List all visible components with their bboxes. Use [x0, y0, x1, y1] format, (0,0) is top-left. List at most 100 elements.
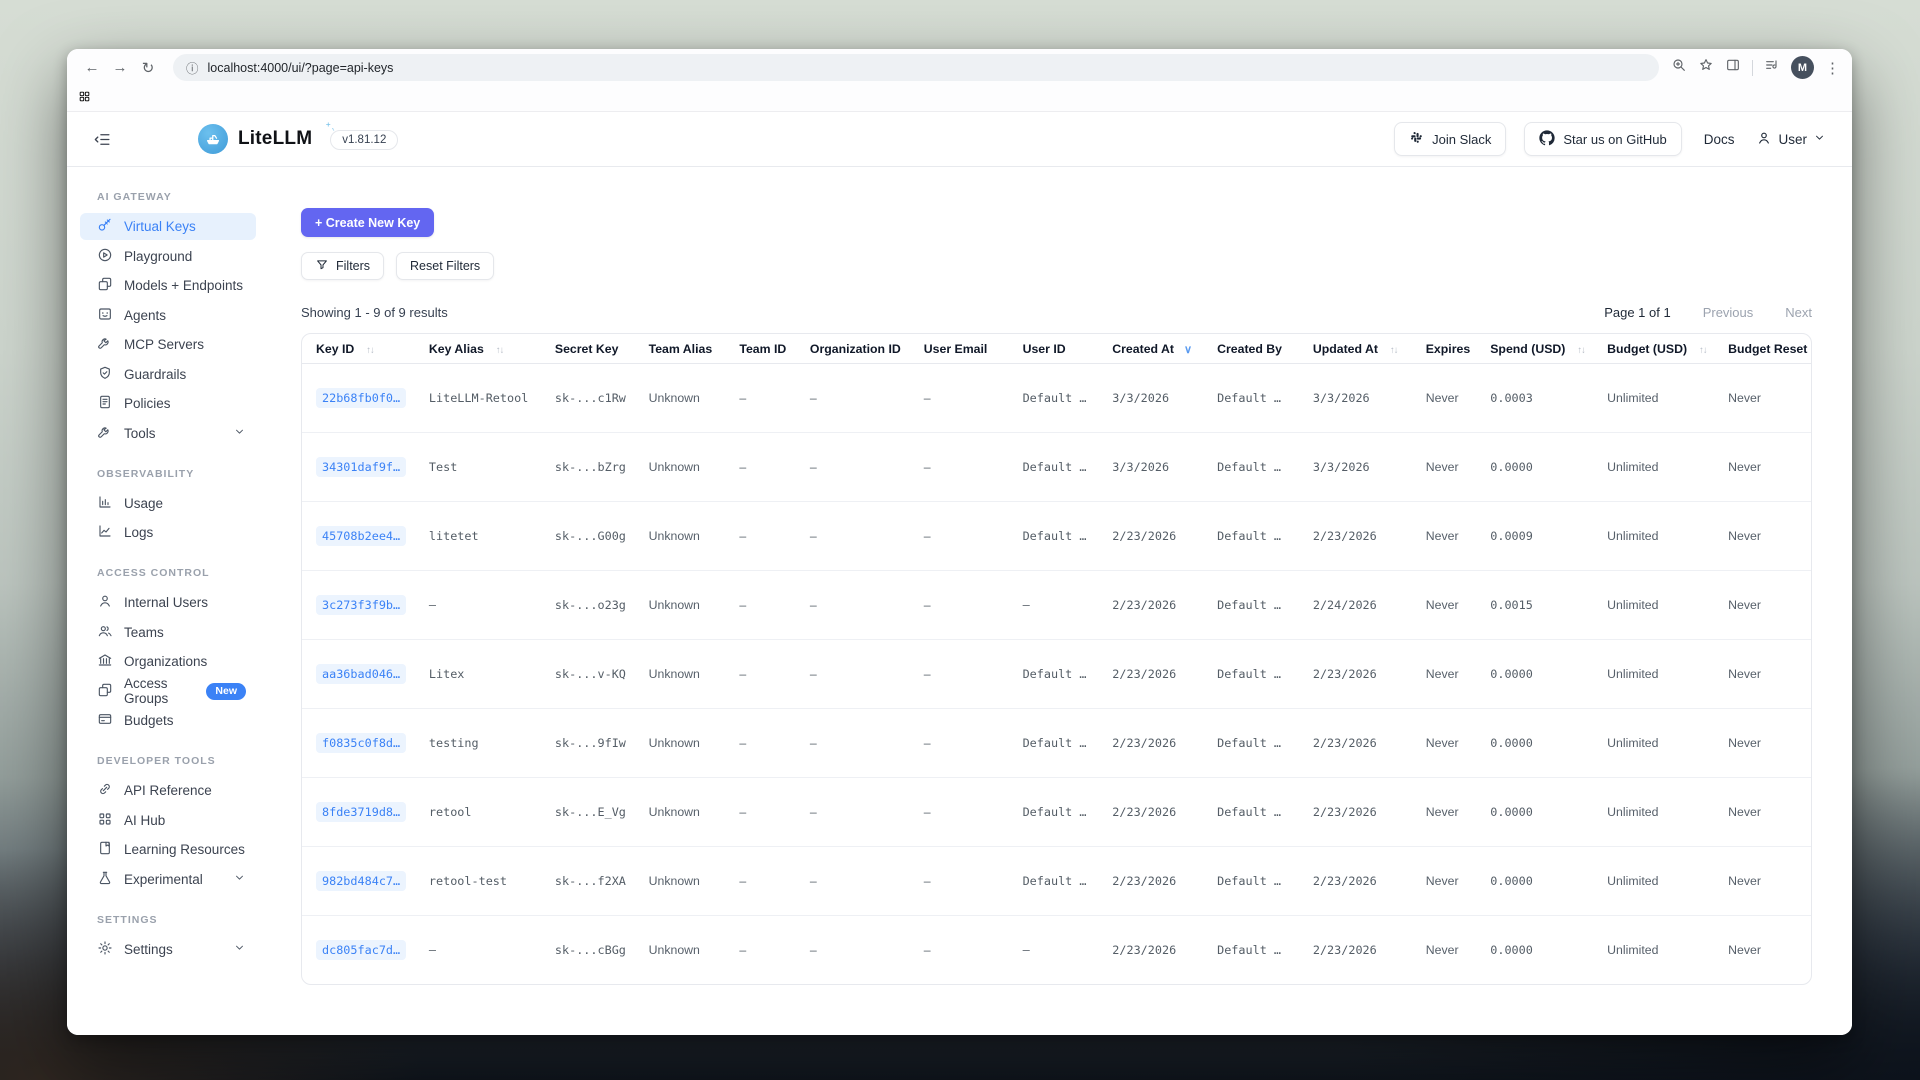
sort-icon[interactable]: ↑↓ — [1390, 345, 1398, 356]
bookmark-star-icon[interactable] — [1698, 57, 1714, 78]
zoom-icon[interactable] — [1671, 57, 1687, 78]
back-button[interactable]: ← — [79, 55, 105, 81]
sidebar-item-ai-hub[interactable]: AI Hub — [80, 807, 256, 834]
app-header: LiteLLM v1.81.12 Join Slack Star us on G… — [67, 112, 1852, 167]
sidebar-item-budgets[interactable]: Budgets — [80, 707, 256, 734]
key-id-link[interactable]: 982bd484c7… — [316, 871, 406, 891]
apps-grid-icon[interactable] — [78, 90, 91, 108]
sort-icon[interactable]: ↑↓ — [366, 345, 374, 356]
sort-icon[interactable]: ↑↓ — [496, 345, 504, 356]
sidebar-item-label: Tools — [124, 426, 156, 441]
sidebar-item-label: Budgets — [124, 713, 174, 728]
desktop-background: ← → ↻ ⓘ localhost:4000/ui/?page=api-keys… — [0, 0, 1920, 1080]
sidebar-item-playground[interactable]: Playground — [80, 243, 256, 270]
sidebar-item-virtual-keys[interactable]: Virtual Keys — [80, 213, 256, 240]
user-menu[interactable]: User — [1756, 130, 1826, 149]
cell-value: Default … — [1023, 805, 1087, 819]
cell-value: 0.0000 — [1490, 460, 1533, 474]
sidebar-item-mcp-servers[interactable]: MCP Servers — [80, 331, 256, 358]
extension-icon[interactable] — [1764, 57, 1780, 78]
sidebar-item-label: Organizations — [124, 654, 207, 669]
cell-value: 2/23/2026 — [1112, 736, 1176, 750]
cell-value: 2/23/2026 — [1112, 943, 1176, 957]
github-icon — [1539, 130, 1555, 149]
sidebar-item-internal-users[interactable]: Internal Users — [80, 589, 256, 616]
sidebar-item-experimental[interactable]: Experimental — [80, 866, 256, 893]
cell-value: Test — [429, 460, 457, 474]
address-bar[interactable]: ⓘ localhost:4000/ui/?page=api-keys — [173, 54, 1659, 81]
docs-link[interactable]: Docs — [1700, 132, 1739, 147]
cell-value: 2/23/2026 — [1112, 598, 1176, 612]
sidebar-item-guardrails[interactable]: Guardrails — [80, 361, 256, 388]
chevron-down-icon — [1813, 131, 1826, 147]
cell-value: – — [810, 736, 817, 750]
back-icon: ← — [85, 59, 100, 76]
column-header-created-at[interactable]: Created At∨ — [1098, 334, 1203, 364]
column-header-spend-usd[interactable]: Spend (USD)↑↓ — [1476, 334, 1593, 364]
column-header-budget-usd[interactable]: Budget (USD)↑↓ — [1593, 334, 1714, 364]
sidebar-item-organizations[interactable]: Organizations — [80, 648, 256, 675]
reload-button[interactable]: ↻ — [135, 55, 161, 81]
column-header-team-alias: Team Alias — [635, 334, 726, 364]
key-id-link[interactable]: 3c273f3f9b… — [316, 595, 406, 615]
sidebar-item-api-reference[interactable]: API Reference — [80, 777, 256, 804]
agent-icon — [97, 306, 113, 325]
cell-value: – — [739, 667, 746, 681]
column-header-key-id[interactable]: Key ID↑↓ — [302, 334, 415, 364]
reset-filters-button[interactable]: Reset Filters — [396, 252, 494, 280]
sidebar-item-models-endpoints[interactable]: Models + Endpoints — [80, 272, 256, 299]
sidebar-item-policies[interactable]: Policies — [80, 390, 256, 417]
sidebar-item-label: Teams — [124, 625, 164, 640]
filters-button[interactable]: Filters — [301, 252, 384, 280]
sidebar-item-logs[interactable]: Logs — [80, 519, 256, 546]
sidebar-item-tools[interactable]: Tools — [80, 420, 256, 447]
star-github-button[interactable]: Star us on GitHub — [1524, 122, 1681, 156]
sidebar-item-learning-resources[interactable]: Learning Resources — [80, 836, 256, 863]
sidebar-item-agents[interactable]: Agents — [80, 302, 256, 329]
browser-menu-icon[interactable]: ⋮ — [1825, 59, 1840, 77]
cell-value: Default … — [1217, 529, 1281, 543]
join-slack-button[interactable]: Join Slack — [1394, 122, 1506, 156]
cell-value: Unknown — [649, 943, 700, 957]
sidebar-item-teams[interactable]: Teams — [80, 619, 256, 646]
key-id-link[interactable]: dc805fac7d… — [316, 940, 406, 960]
sidebar-item-label: Models + Endpoints — [124, 278, 243, 293]
cell-value: sk-...E_Vg — [555, 805, 626, 819]
chevron-down-icon — [233, 871, 246, 887]
sidebar-item-usage[interactable]: Usage — [80, 490, 256, 517]
forward-button[interactable]: → — [107, 55, 133, 81]
key-id-link[interactable]: 45708b2ee4… — [316, 526, 406, 546]
column-header-updated-at[interactable]: Updated At↑↓ — [1299, 334, 1412, 364]
sidebar-item-access-groups[interactable]: Access GroupsNew — [80, 678, 256, 705]
column-header-key-alias[interactable]: Key Alias↑↓ — [415, 334, 541, 364]
flask-icon — [97, 870, 113, 889]
key-id-link[interactable]: 22b68fb0f0… — [316, 388, 406, 408]
column-header-expires: Expires — [1412, 334, 1477, 364]
sort-desc-icon[interactable]: ∨ — [1184, 344, 1192, 356]
sidebar-item-label: Policies — [124, 396, 171, 411]
next-page-button[interactable]: Next — [1785, 305, 1812, 320]
book-icon — [97, 840, 113, 859]
key-id-link[interactable]: 34301daf9f… — [316, 457, 406, 477]
sidebar-item-settings[interactable]: Settings — [80, 936, 256, 963]
sidebar-collapse-button[interactable] — [93, 130, 112, 149]
cell-value: – — [810, 667, 817, 681]
key-id-link[interactable]: aa36bad046… — [316, 664, 406, 684]
profile-avatar[interactable]: M — [1791, 56, 1814, 79]
side-panel-icon[interactable] — [1725, 57, 1741, 78]
sort-icon[interactable]: ↑↓ — [1699, 345, 1707, 356]
cell-value: – — [924, 874, 931, 888]
play-circle-icon — [97, 247, 113, 266]
create-new-key-button[interactable]: + Create New Key — [301, 208, 434, 237]
keys-table: Key ID↑↓Key Alias↑↓Secret KeyTeam AliasT… — [302, 334, 1811, 984]
sort-icon[interactable]: ↑↓ — [1577, 345, 1585, 356]
cell-value: Default … — [1217, 460, 1281, 474]
previous-page-button[interactable]: Previous — [1703, 305, 1754, 320]
key-id-link[interactable]: f0835c0f8d… — [316, 733, 406, 753]
key-id-link[interactable]: 8fde3719d8… — [316, 802, 406, 822]
cell-value: Unknown — [649, 805, 700, 819]
cell-value: Never — [1426, 391, 1459, 405]
site-info-icon[interactable]: ⓘ — [186, 58, 199, 77]
cell-value: Default … — [1217, 874, 1281, 888]
cell-value: Never — [1426, 943, 1459, 957]
